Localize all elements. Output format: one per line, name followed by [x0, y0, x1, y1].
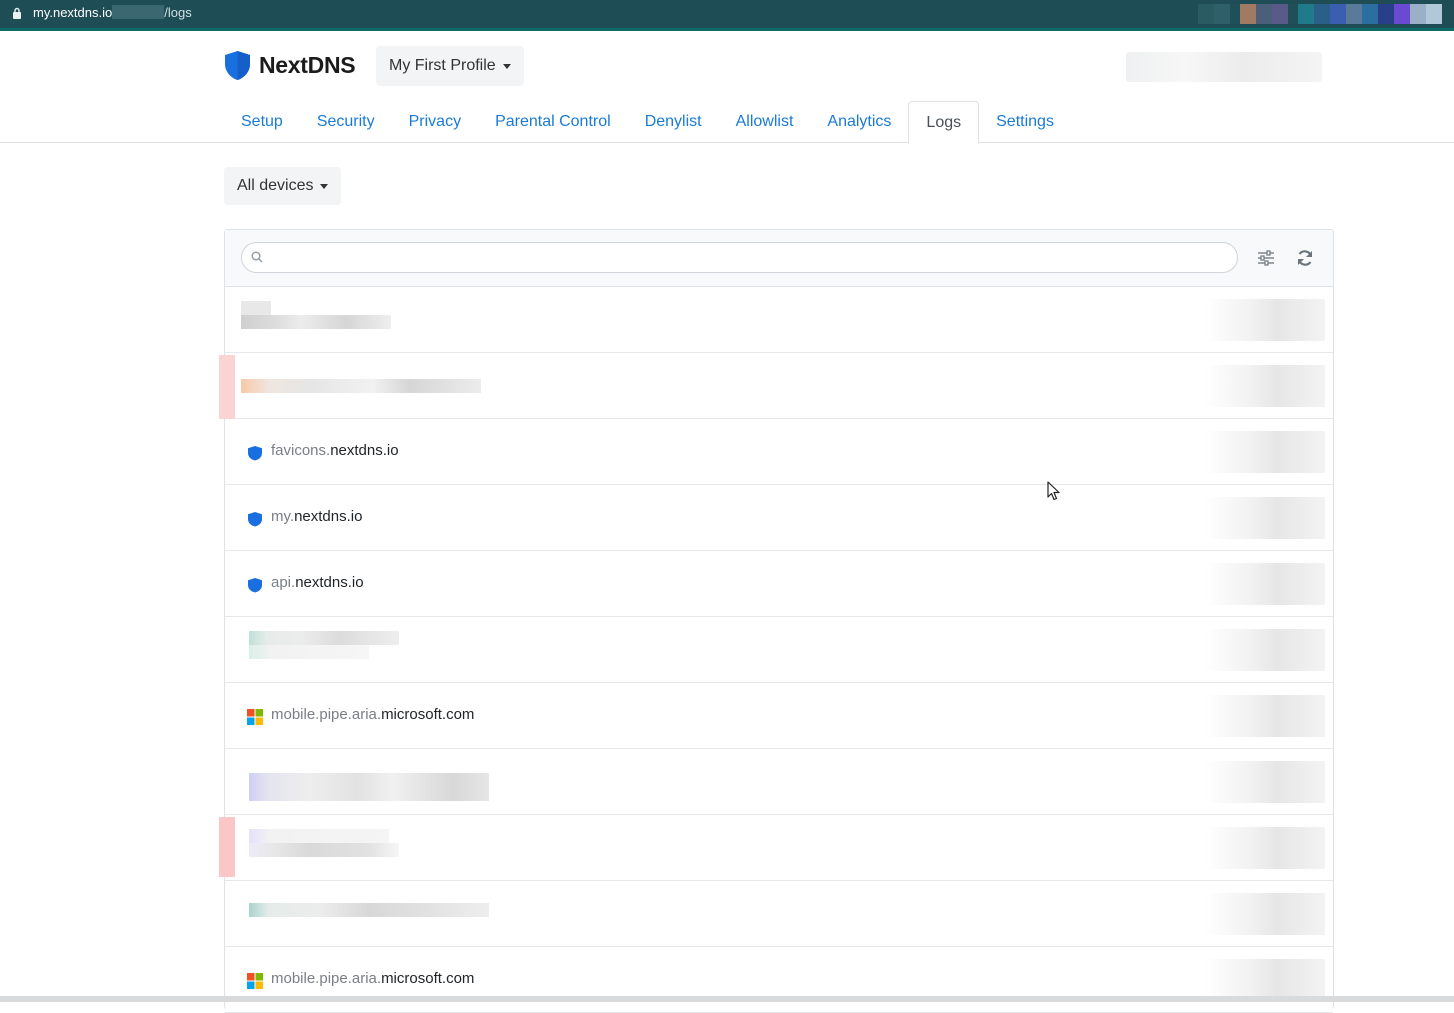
tab-analytics[interactable]: Analytics — [810, 101, 908, 143]
url-path: /logs — [164, 5, 192, 20]
lock-icon — [13, 7, 21, 19]
nextdns-shield-icon — [248, 446, 262, 461]
tab-denylist[interactable]: Denylist — [628, 101, 719, 143]
devices-dropdown[interactable]: All devices — [224, 167, 342, 205]
domain-subdomain: favicons. — [271, 442, 331, 459]
log-row[interactable]: mobile.pipe.aria.microsoft.com — [225, 683, 1333, 749]
log-timestamp — [1205, 563, 1325, 605]
mouse-cursor-icon — [1047, 481, 1060, 501]
blocked-marker — [219, 355, 235, 419]
search-input[interactable] — [241, 242, 1238, 273]
tab-allowlist[interactable]: Allowlist — [719, 101, 811, 143]
devices-label: All devices — [237, 177, 314, 194]
redacted-entry — [249, 773, 489, 813]
log-domain: mobile.pipe.aria.microsoft.com — [271, 970, 474, 987]
tab-settings[interactable]: Settings — [979, 101, 1071, 143]
bottom-edge — [0, 996, 1454, 1002]
profile-label: My First Profile — [389, 57, 496, 74]
account-menu[interactable] — [1126, 52, 1322, 82]
main-nav-tabs: Setup Security Privacy Parental Control … — [224, 101, 1071, 144]
domain-root: microsoft.com — [381, 970, 475, 987]
log-row[interactable]: my.nextdns.io — [225, 485, 1333, 551]
refresh-icon[interactable] — [1295, 248, 1315, 268]
microsoft-logo-icon — [247, 709, 263, 725]
nextdns-shield-icon — [248, 512, 262, 527]
search-icon — [251, 251, 263, 263]
logs-toolbar — [225, 230, 1333, 287]
log-domain: mobile.pipe.aria.microsoft.com — [271, 706, 474, 723]
redacted-entry — [241, 301, 391, 341]
profile-dropdown[interactable]: My First Profile — [376, 46, 524, 86]
log-domain: api.nextdns.io — [271, 574, 364, 591]
redacted-entry — [241, 367, 481, 407]
log-row[interactable] — [225, 749, 1333, 815]
log-timestamp — [1205, 431, 1325, 473]
nextdns-shield-icon — [248, 578, 262, 593]
domain-root: nextdns.io — [295, 574, 364, 591]
log-timestamp — [1205, 959, 1325, 1001]
chevron-down-icon — [502, 63, 511, 69]
domain-subdomain: my. — [271, 508, 295, 525]
log-domain: my.nextdns.io — [271, 508, 362, 525]
redacted-profile-id — [112, 5, 165, 19]
nextdns-logo[interactable]: NextDNS — [224, 50, 356, 81]
logs-card: favicons.nextdns.io my.nextdns.io api.ne… — [219, 229, 1334, 1013]
tab-logs[interactable]: Logs — [908, 101, 980, 144]
log-timestamp — [1205, 629, 1325, 671]
log-row[interactable] — [225, 287, 1333, 353]
filter-settings-icon[interactable] — [1256, 248, 1276, 268]
log-timestamp — [1205, 299, 1325, 341]
tab-security[interactable]: Security — [300, 101, 392, 143]
redacted-entry — [249, 829, 399, 869]
log-list: favicons.nextdns.io my.nextdns.io api.ne… — [219, 287, 1333, 1013]
domain-subdomain: api. — [271, 574, 296, 591]
browser-address-bar[interactable]: my.nextdns.io/logs — [0, 0, 1454, 31]
log-domain: favicons.nextdns.io — [271, 442, 399, 459]
chevron-down-icon — [320, 183, 329, 189]
app-header: NextDNS My First Profile Setup Security … — [0, 31, 1454, 144]
url-host: my.nextdns.io — [33, 5, 113, 20]
domain-root: microsoft.com — [381, 706, 475, 723]
url-text: my.nextdns.io/logs — [33, 5, 192, 20]
log-timestamp — [1205, 497, 1325, 539]
log-row[interactable]: mobile.pipe.aria.microsoft.com — [225, 947, 1333, 1013]
log-row[interactable]: api.nextdns.io — [225, 551, 1333, 617]
log-timestamp — [1205, 893, 1325, 935]
redacted-entry — [249, 631, 399, 671]
redacted-entry — [249, 903, 489, 943]
domain-subdomain: mobile.pipe.aria. — [271, 970, 382, 987]
log-row[interactable] — [219, 353, 1333, 419]
domain-root: nextdns.io — [294, 508, 363, 525]
log-row[interactable] — [225, 617, 1333, 683]
log-timestamp — [1205, 695, 1325, 737]
log-row[interactable] — [219, 815, 1333, 881]
tab-parental-control[interactable]: Parental Control — [478, 101, 628, 143]
shield-logo-icon — [225, 51, 250, 80]
tab-setup[interactable]: Setup — [224, 101, 300, 143]
log-row[interactable] — [225, 881, 1333, 947]
log-timestamp — [1205, 761, 1325, 803]
log-row[interactable]: favicons.nextdns.io — [225, 419, 1333, 485]
domain-subdomain: mobile.pipe.aria. — [271, 706, 382, 723]
log-timestamp — [1205, 365, 1325, 407]
browser-extensions — [1198, 4, 1442, 24]
log-timestamp — [1205, 827, 1325, 869]
brand-name: NextDNS — [259, 52, 356, 78]
microsoft-logo-icon — [247, 973, 263, 989]
tab-privacy[interactable]: Privacy — [392, 101, 478, 143]
blocked-marker — [219, 817, 235, 877]
domain-root: nextdns.io — [330, 442, 399, 459]
